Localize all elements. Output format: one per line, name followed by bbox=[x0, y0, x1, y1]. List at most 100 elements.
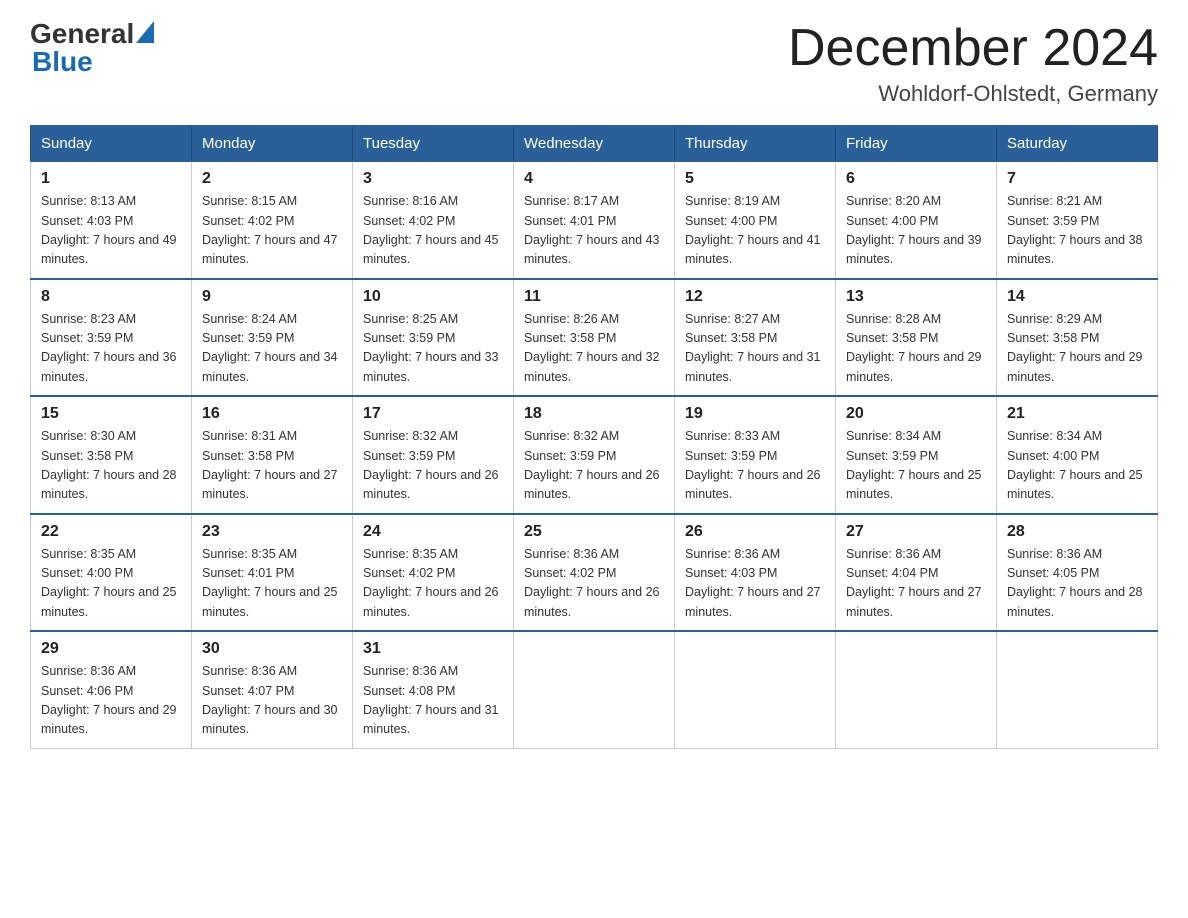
weekday-header-thursday: Thursday bbox=[675, 126, 836, 161]
month-title: December 2024 bbox=[788, 20, 1158, 77]
calendar-cell: 20 Sunrise: 8:34 AMSunset: 3:59 PMDaylig… bbox=[836, 396, 997, 514]
day-info: Sunrise: 8:27 AMSunset: 3:58 PMDaylight:… bbox=[685, 312, 821, 384]
day-info: Sunrise: 8:36 AMSunset: 4:05 PMDaylight:… bbox=[1007, 547, 1143, 619]
day-number: 12 bbox=[685, 288, 825, 306]
calendar-cell bbox=[836, 631, 997, 748]
day-info: Sunrise: 8:34 AMSunset: 3:59 PMDaylight:… bbox=[846, 429, 982, 501]
day-number: 3 bbox=[363, 170, 503, 188]
logo: General Blue bbox=[30, 20, 154, 76]
day-number: 1 bbox=[41, 170, 181, 188]
calendar-cell: 30 Sunrise: 8:36 AMSunset: 4:07 PMDaylig… bbox=[192, 631, 353, 748]
day-number: 22 bbox=[41, 523, 181, 541]
day-number: 4 bbox=[524, 170, 664, 188]
day-number: 10 bbox=[363, 288, 503, 306]
week-row-3: 15 Sunrise: 8:30 AMSunset: 3:58 PMDaylig… bbox=[31, 396, 1158, 514]
calendar-cell: 25 Sunrise: 8:36 AMSunset: 4:02 PMDaylig… bbox=[514, 514, 675, 632]
day-info: Sunrise: 8:35 AMSunset: 4:00 PMDaylight:… bbox=[41, 547, 177, 619]
calendar-cell: 4 Sunrise: 8:17 AMSunset: 4:01 PMDayligh… bbox=[514, 161, 675, 279]
weekday-header-saturday: Saturday bbox=[997, 126, 1158, 161]
week-row-1: 1 Sunrise: 8:13 AMSunset: 4:03 PMDayligh… bbox=[31, 161, 1158, 279]
day-number: 30 bbox=[202, 640, 342, 658]
logo-triangle-icon bbox=[136, 21, 154, 43]
day-info: Sunrise: 8:34 AMSunset: 4:00 PMDaylight:… bbox=[1007, 429, 1143, 501]
day-number: 21 bbox=[1007, 405, 1147, 423]
day-info: Sunrise: 8:33 AMSunset: 3:59 PMDaylight:… bbox=[685, 429, 821, 501]
logo-general-text: General bbox=[30, 20, 134, 48]
day-info: Sunrise: 8:23 AMSunset: 3:59 PMDaylight:… bbox=[41, 312, 177, 384]
weekday-header-sunday: Sunday bbox=[31, 126, 192, 161]
calendar-cell bbox=[514, 631, 675, 748]
day-info: Sunrise: 8:30 AMSunset: 3:58 PMDaylight:… bbox=[41, 429, 177, 501]
day-number: 11 bbox=[524, 288, 664, 306]
calendar-cell: 1 Sunrise: 8:13 AMSunset: 4:03 PMDayligh… bbox=[31, 161, 192, 279]
week-row-2: 8 Sunrise: 8:23 AMSunset: 3:59 PMDayligh… bbox=[31, 279, 1158, 397]
day-number: 26 bbox=[685, 523, 825, 541]
location-title: Wohldorf-Ohlstedt, Germany bbox=[788, 81, 1158, 107]
day-number: 27 bbox=[846, 523, 986, 541]
calendar-cell: 5 Sunrise: 8:19 AMSunset: 4:00 PMDayligh… bbox=[675, 161, 836, 279]
day-number: 17 bbox=[363, 405, 503, 423]
calendar-cell: 31 Sunrise: 8:36 AMSunset: 4:08 PMDaylig… bbox=[353, 631, 514, 748]
day-info: Sunrise: 8:36 AMSunset: 4:06 PMDaylight:… bbox=[41, 664, 177, 736]
calendar-cell bbox=[997, 631, 1158, 748]
calendar-cell: 28 Sunrise: 8:36 AMSunset: 4:05 PMDaylig… bbox=[997, 514, 1158, 632]
day-number: 19 bbox=[685, 405, 825, 423]
calendar-cell: 7 Sunrise: 8:21 AMSunset: 3:59 PMDayligh… bbox=[997, 161, 1158, 279]
day-info: Sunrise: 8:29 AMSunset: 3:58 PMDaylight:… bbox=[1007, 312, 1143, 384]
day-info: Sunrise: 8:36 AMSunset: 4:03 PMDaylight:… bbox=[685, 547, 821, 619]
calendar-cell: 2 Sunrise: 8:15 AMSunset: 4:02 PMDayligh… bbox=[192, 161, 353, 279]
calendar-cell: 19 Sunrise: 8:33 AMSunset: 3:59 PMDaylig… bbox=[675, 396, 836, 514]
day-number: 31 bbox=[363, 640, 503, 658]
day-number: 13 bbox=[846, 288, 986, 306]
day-number: 5 bbox=[685, 170, 825, 188]
day-info: Sunrise: 8:15 AMSunset: 4:02 PMDaylight:… bbox=[202, 194, 338, 266]
day-info: Sunrise: 8:20 AMSunset: 4:00 PMDaylight:… bbox=[846, 194, 982, 266]
calendar-cell: 26 Sunrise: 8:36 AMSunset: 4:03 PMDaylig… bbox=[675, 514, 836, 632]
calendar-cell: 23 Sunrise: 8:35 AMSunset: 4:01 PMDaylig… bbox=[192, 514, 353, 632]
week-row-4: 22 Sunrise: 8:35 AMSunset: 4:00 PMDaylig… bbox=[31, 514, 1158, 632]
day-info: Sunrise: 8:13 AMSunset: 4:03 PMDaylight:… bbox=[41, 194, 177, 266]
calendar-cell: 14 Sunrise: 8:29 AMSunset: 3:58 PMDaylig… bbox=[997, 279, 1158, 397]
day-info: Sunrise: 8:17 AMSunset: 4:01 PMDaylight:… bbox=[524, 194, 660, 266]
calendar-cell: 17 Sunrise: 8:32 AMSunset: 3:59 PMDaylig… bbox=[353, 396, 514, 514]
day-info: Sunrise: 8:36 AMSunset: 4:07 PMDaylight:… bbox=[202, 664, 338, 736]
day-number: 8 bbox=[41, 288, 181, 306]
day-info: Sunrise: 8:24 AMSunset: 3:59 PMDaylight:… bbox=[202, 312, 338, 384]
calendar-cell: 9 Sunrise: 8:24 AMSunset: 3:59 PMDayligh… bbox=[192, 279, 353, 397]
calendar-cell: 29 Sunrise: 8:36 AMSunset: 4:06 PMDaylig… bbox=[31, 631, 192, 748]
day-number: 15 bbox=[41, 405, 181, 423]
day-number: 28 bbox=[1007, 523, 1147, 541]
calendar-cell: 12 Sunrise: 8:27 AMSunset: 3:58 PMDaylig… bbox=[675, 279, 836, 397]
day-info: Sunrise: 8:21 AMSunset: 3:59 PMDaylight:… bbox=[1007, 194, 1143, 266]
weekday-header-wednesday: Wednesday bbox=[514, 126, 675, 161]
day-info: Sunrise: 8:36 AMSunset: 4:04 PMDaylight:… bbox=[846, 547, 982, 619]
title-area: December 2024 Wohldorf-Ohlstedt, Germany bbox=[788, 20, 1158, 107]
calendar-cell: 22 Sunrise: 8:35 AMSunset: 4:00 PMDaylig… bbox=[31, 514, 192, 632]
header: General Blue December 2024 Wohldorf-Ohls… bbox=[30, 20, 1158, 107]
day-info: Sunrise: 8:35 AMSunset: 4:01 PMDaylight:… bbox=[202, 547, 338, 619]
day-number: 18 bbox=[524, 405, 664, 423]
calendar-cell: 27 Sunrise: 8:36 AMSunset: 4:04 PMDaylig… bbox=[836, 514, 997, 632]
day-number: 29 bbox=[41, 640, 181, 658]
calendar-cell: 3 Sunrise: 8:16 AMSunset: 4:02 PMDayligh… bbox=[353, 161, 514, 279]
day-number: 24 bbox=[363, 523, 503, 541]
day-info: Sunrise: 8:26 AMSunset: 3:58 PMDaylight:… bbox=[524, 312, 660, 384]
calendar-cell: 10 Sunrise: 8:25 AMSunset: 3:59 PMDaylig… bbox=[353, 279, 514, 397]
calendar-cell: 21 Sunrise: 8:34 AMSunset: 4:00 PMDaylig… bbox=[997, 396, 1158, 514]
day-info: Sunrise: 8:36 AMSunset: 4:08 PMDaylight:… bbox=[363, 664, 499, 736]
day-info: Sunrise: 8:31 AMSunset: 3:58 PMDaylight:… bbox=[202, 429, 338, 501]
calendar-cell bbox=[675, 631, 836, 748]
day-number: 23 bbox=[202, 523, 342, 541]
day-info: Sunrise: 8:36 AMSunset: 4:02 PMDaylight:… bbox=[524, 547, 660, 619]
day-number: 6 bbox=[846, 170, 986, 188]
day-number: 14 bbox=[1007, 288, 1147, 306]
day-number: 7 bbox=[1007, 170, 1147, 188]
day-number: 9 bbox=[202, 288, 342, 306]
calendar-cell: 11 Sunrise: 8:26 AMSunset: 3:58 PMDaylig… bbox=[514, 279, 675, 397]
day-info: Sunrise: 8:32 AMSunset: 3:59 PMDaylight:… bbox=[524, 429, 660, 501]
calendar-cell: 8 Sunrise: 8:23 AMSunset: 3:59 PMDayligh… bbox=[31, 279, 192, 397]
calendar-cell: 13 Sunrise: 8:28 AMSunset: 3:58 PMDaylig… bbox=[836, 279, 997, 397]
day-info: Sunrise: 8:16 AMSunset: 4:02 PMDaylight:… bbox=[363, 194, 499, 266]
weekday-header-friday: Friday bbox=[836, 126, 997, 161]
weekday-header-tuesday: Tuesday bbox=[353, 126, 514, 161]
